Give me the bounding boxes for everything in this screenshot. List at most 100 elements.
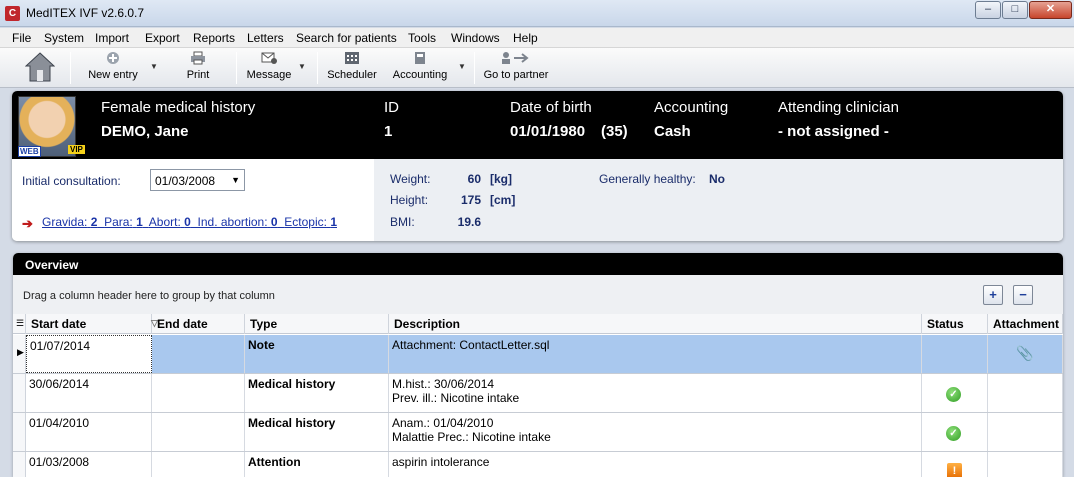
history-label: Female medical history [101,99,256,116]
start-date-cell[interactable]: 01/07/2014 [26,335,152,373]
consultation-panel: Initial consultation: 01/03/2008 ▼ ➔ Gra… [12,159,374,241]
group-by-area[interactable]: Drag a column header here to group by th… [13,275,1063,314]
col-attachment[interactable]: Attachment [988,314,1063,334]
start-date-cell[interactable]: 30/06/2014 [26,374,152,412]
type-cell[interactable]: Medical history [245,374,389,412]
minimize-button[interactable]: ‒ [975,1,1001,19]
col-start-date[interactable]: Start date ▽ [26,314,158,334]
table-row[interactable]: ▶ 01/07/2014 Note Attachment: ContactLet… [13,335,1063,374]
scheduler-button[interactable]: Scheduler [325,48,379,88]
table-row[interactable]: 01/03/2008 Attention aspirin intolerance… [13,452,1063,477]
attachment-cell[interactable] [988,452,1063,477]
print-button[interactable]: Print [180,48,216,88]
end-date-cell[interactable] [152,335,245,373]
clinician-value[interactable]: - not assigned - [778,123,889,140]
window-title: MedITEX IVF v2.6.0.7 [26,6,145,20]
app-logo-icon: C [5,6,20,21]
menu-reports[interactable]: Reports [193,31,235,45]
initial-consultation-select[interactable]: 01/03/2008 ▼ [150,169,245,191]
menu-tools[interactable]: Tools [408,31,436,45]
description-cell[interactable]: M.hist.: 30/06/2014 Prev. ill.: Nicotine … [389,374,922,412]
accounting-label: Accounting [654,99,729,116]
end-date-cell[interactable] [152,413,245,451]
menu-export[interactable]: Export [145,31,180,45]
row-indicator: ▶ [13,335,26,373]
clinician-label: Attending clinician [778,99,899,116]
warning-icon: ! [947,463,962,477]
accounting-icon [415,52,425,64]
accounting-dropdown-icon[interactable]: ▼ [458,62,466,71]
attachment-cell[interactable] [988,374,1063,412]
menu-help[interactable]: Help [513,31,538,45]
paperclip-icon[interactable]: 📎 [1016,345,1033,362]
col-end-date[interactable]: End date [152,314,245,334]
arrow-right-icon: ➔ [22,216,33,231]
status-cell[interactable] [922,335,988,373]
group-hint: Drag a column header here to group by th… [23,290,275,302]
grid-header: ☰ Start date ▽ End date Type Description … [13,314,1063,334]
measurements-panel: Weight: 60 [kg] Height: 175 [cm] BMI: 19… [374,159,1063,241]
height-unit: [cm] [490,193,516,207]
menu-search-patients[interactable]: Search for patients [296,31,397,45]
menu-bar: File System Import Export Reports Letter… [0,28,1074,48]
check-icon: ✓ [946,387,961,402]
attachment-cell[interactable] [988,413,1063,451]
type-cell[interactable]: Note [245,335,389,373]
menu-file[interactable]: File [12,31,31,45]
col-type[interactable]: Type [245,314,389,334]
close-button[interactable]: ✕ [1029,1,1072,19]
start-date-cell[interactable]: 01/04/2010 [26,413,152,451]
print-label: Print [186,69,210,81]
accounting-button[interactable]: Accounting [390,48,450,88]
collapse-all-button[interactable]: − [1013,285,1033,305]
home-icon [25,52,55,82]
status-cell[interactable]: ✓ [922,413,988,451]
row-indicator [13,452,26,477]
status-cell[interactable]: ✓ [922,374,988,412]
pregnancy-summary-link[interactable]: Gravida: 2 Para: 1 Abort: 0 Ind. abortio… [42,215,337,229]
description-cell[interactable]: Attachment: ContactLetter.sql [389,335,922,373]
table-row[interactable]: 01/04/2010 Medical history Anam.: 01/04/… [13,413,1063,452]
table-row[interactable]: 30/06/2014 Medical history M.hist.: 30/0… [13,374,1063,413]
home-button[interactable] [20,48,60,88]
go-to-partner-button[interactable]: Go to partner [482,48,550,88]
bmi-label: BMI: [390,215,415,229]
menu-system[interactable]: System [44,31,84,45]
maximize-button[interactable]: □ [1002,1,1028,19]
expand-all-button[interactable]: + [983,285,1003,305]
start-date-cell[interactable]: 01/03/2008 [26,452,152,477]
vip-badge: VIP [68,145,85,154]
new-entry-button[interactable]: New entry [82,48,144,88]
menu-letters[interactable]: Letters [247,31,284,45]
toolbar: New entry ▼ Print Message ▼ Scheduler Ac… [0,48,1074,88]
new-entry-label: New entry [88,69,138,81]
new-entry-dropdown-icon[interactable]: ▼ [150,62,158,71]
type-cell[interactable]: Medical history [245,413,389,451]
column-chooser-icon[interactable]: ☰ [13,314,26,334]
weight-label: Weight: [390,172,431,186]
col-description[interactable]: Description [389,314,922,334]
description-cell[interactable]: aspirin intolerance [389,452,922,477]
col-status[interactable]: Status [922,314,988,334]
overview-panel: Overview Drag a column header here to gr… [13,253,1063,477]
overview-title: Overview [13,253,1063,275]
weight-unit: [kg] [490,172,512,186]
partner-arrow-icon [502,52,529,64]
menu-windows[interactable]: Windows [451,31,500,45]
description-cell[interactable]: Anam.: 01/04/2010 Malattie Prec.: Nicotin… [389,413,922,451]
end-date-cell[interactable] [152,374,245,412]
age-value: (35) [601,123,628,140]
height-value: 175 [460,193,481,207]
end-date-cell[interactable] [152,452,245,477]
scheduler-label: Scheduler [327,69,377,81]
height-label: Height: [390,193,429,207]
plus-icon [107,52,119,64]
web-badge: WEB [18,146,41,157]
attachment-cell[interactable]: 📎 [988,335,1063,373]
message-dropdown-icon[interactable]: ▼ [298,62,306,71]
menu-import[interactable]: Import [95,31,129,45]
status-cell[interactable]: ! [922,452,988,477]
type-cell[interactable]: Attention [245,452,389,477]
message-button[interactable]: Message [244,48,294,88]
title-bar: C MedITEX IVF v2.6.0.7 ‒ □ ✕ [0,0,1074,27]
